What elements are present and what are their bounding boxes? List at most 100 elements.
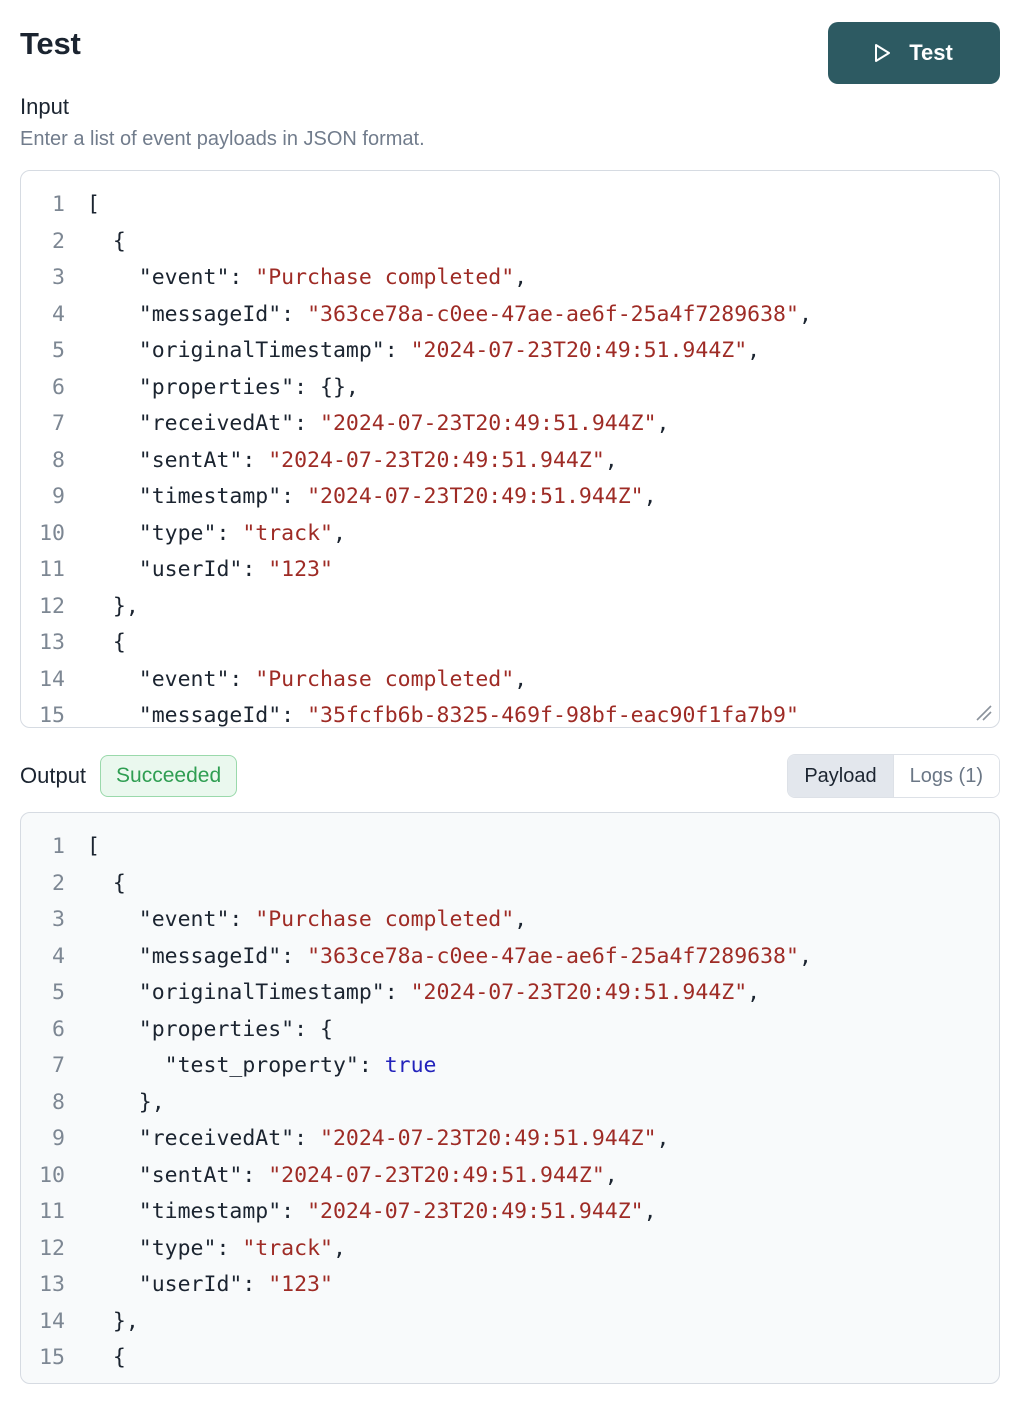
token-str: "35fcfb6b-8325-469f-98bf-eac90f1fa7b9" bbox=[307, 703, 799, 729]
token-punct: , bbox=[798, 943, 812, 969]
code-line-text: "messageId": "363ce78a-c0ee-47ae-ae6f-25… bbox=[87, 297, 999, 334]
token-punct: , bbox=[514, 265, 528, 291]
line-number: 6 bbox=[52, 1016, 65, 1042]
token-punct: , bbox=[643, 484, 657, 510]
output-code-lines[interactable]: 1[2 {3 "event": "Purchase completed", 4 "… bbox=[21, 813, 999, 1377]
token-key: "sentAt": bbox=[87, 447, 269, 473]
code-line: 12 "type": "track", bbox=[21, 1231, 999, 1268]
token-bool: true bbox=[384, 1053, 437, 1079]
line-number: 15 bbox=[39, 1345, 65, 1371]
line-number: 5 bbox=[52, 980, 65, 1006]
token-punct: , bbox=[332, 1235, 346, 1261]
code-line-text: "type": "track", bbox=[87, 1231, 999, 1268]
token-str: "track" bbox=[242, 1235, 333, 1261]
token-key: "properties": { bbox=[87, 1016, 333, 1042]
line-number: 4 bbox=[52, 943, 65, 969]
code-line-text: "userId": "123" bbox=[87, 552, 999, 589]
token-str: "2024-07-23T20:49:51.944Z" bbox=[320, 411, 657, 437]
line-number: 12 bbox=[39, 1235, 65, 1261]
token-punct: , bbox=[656, 411, 670, 437]
token-str: "2024-07-23T20:49:51.944Z" bbox=[410, 980, 748, 1006]
token-key: "receivedAt": bbox=[87, 411, 320, 437]
line-number: 9 bbox=[52, 1126, 65, 1152]
token-str: "363ce78a-c0ee-47ae-ae6f-25a4f7289638" bbox=[307, 943, 799, 969]
output-code-viewer[interactable]: 1[2 {3 "event": "Purchase completed", 4 "… bbox=[20, 812, 1000, 1385]
code-line: 7 "receivedAt": "2024-07-23T20:49:51.944… bbox=[21, 406, 999, 443]
code-line-text: { bbox=[87, 625, 999, 662]
line-number: 8 bbox=[52, 447, 65, 473]
code-line: 15 "messageId": "35fcfb6b-8325-469f-98bf… bbox=[21, 698, 999, 729]
panel-header: Test Test bbox=[20, 0, 1000, 84]
token-punct: { bbox=[87, 870, 126, 896]
input-description: Enter a list of event payloads in JSON f… bbox=[20, 128, 425, 151]
code-line: 12 }, bbox=[21, 589, 999, 626]
code-line: 14 "event": "Purchase completed", bbox=[21, 662, 999, 699]
code-line-text: "timestamp": "2024-07-23T20:49:51.944Z", bbox=[87, 1194, 999, 1231]
code-line-text: "properties": {}, bbox=[87, 370, 999, 407]
line-number: 3 bbox=[52, 265, 65, 291]
line-number: 3 bbox=[52, 907, 65, 933]
run-test-button[interactable]: Test bbox=[828, 22, 1000, 84]
code-line-text: }, bbox=[87, 589, 999, 626]
token-key: "sentAt": bbox=[87, 1162, 269, 1188]
code-line: 8 }, bbox=[21, 1085, 999, 1122]
code-line-text: }, bbox=[87, 1085, 999, 1122]
tab-logs[interactable]: Logs (1) bbox=[893, 755, 999, 798]
code-line: 14 }, bbox=[21, 1304, 999, 1341]
code-line: 11 "userId": "123" bbox=[21, 552, 999, 589]
token-str: "Purchase completed" bbox=[255, 907, 515, 933]
code-line-text: "event": "Purchase completed", bbox=[87, 902, 999, 939]
code-line-text: [ bbox=[87, 829, 999, 866]
token-str: "track" bbox=[242, 520, 333, 546]
code-line-text: "type": "track", bbox=[87, 516, 999, 553]
token-key: "originalTimestamp": bbox=[87, 980, 411, 1006]
code-line-text: [ bbox=[87, 187, 999, 224]
line-number: 12 bbox=[39, 593, 65, 619]
token-punct: [ bbox=[87, 192, 100, 218]
token-punct: , bbox=[656, 1126, 670, 1152]
token-str: "Purchase completed" bbox=[255, 666, 515, 692]
line-number: 5 bbox=[52, 338, 65, 364]
line-number: 7 bbox=[52, 1053, 65, 1079]
play-icon bbox=[869, 41, 893, 65]
page-title: Test bbox=[20, 26, 81, 61]
output-header: Output Succeeded Payload Logs (1) bbox=[20, 754, 1000, 799]
tab-payload[interactable]: Payload bbox=[788, 755, 893, 798]
token-str: "2024-07-23T20:49:51.944Z" bbox=[268, 447, 605, 473]
line-number: 6 bbox=[52, 374, 65, 400]
output-view-toggle[interactable]: Payload Logs (1) bbox=[787, 754, 1000, 799]
code-line: 6 "properties": {}, bbox=[21, 370, 999, 407]
code-line: 4 "messageId": "363ce78a-c0ee-47ae-ae6f-… bbox=[21, 297, 999, 334]
code-line-text: }, bbox=[87, 1304, 999, 1341]
code-line-text: "messageId": "35fcfb6b-8325-469f-98bf-ea… bbox=[87, 698, 999, 729]
token-str: "363ce78a-c0ee-47ae-ae6f-25a4f7289638" bbox=[307, 301, 799, 327]
token-key: "type": bbox=[87, 520, 243, 546]
input-label: Input bbox=[20, 94, 69, 119]
token-key: "timestamp": bbox=[87, 484, 308, 510]
token-key: "event": bbox=[87, 666, 256, 692]
code-line: 5 "originalTimestamp": "2024-07-23T20:49… bbox=[21, 333, 999, 370]
token-str: "Purchase completed" bbox=[255, 265, 515, 291]
resize-handle[interactable] bbox=[972, 701, 994, 723]
token-punct: { bbox=[87, 1345, 126, 1371]
token-key: "event": bbox=[87, 907, 256, 933]
line-number: 7 bbox=[52, 411, 65, 437]
input-code-lines[interactable]: 1[2 {3 "event": "Purchase completed", 4 "… bbox=[21, 171, 999, 729]
code-line-text: "originalTimestamp": "2024-07-23T20:49:5… bbox=[87, 975, 999, 1012]
output-status-group: Output Succeeded bbox=[20, 755, 238, 798]
code-line: 2 { bbox=[21, 224, 999, 261]
token-key: "receivedAt": bbox=[87, 1126, 320, 1152]
code-line-text: { bbox=[87, 1340, 999, 1377]
code-line-text: "userId": "123" bbox=[87, 1267, 999, 1304]
token-str: "2024-07-23T20:49:51.944Z" bbox=[307, 484, 644, 510]
code-line-text: { bbox=[87, 866, 999, 903]
token-str: "2024-07-23T20:49:51.944Z" bbox=[268, 1162, 605, 1188]
input-code-editor[interactable]: 1[2 {3 "event": "Purchase completed", 4 "… bbox=[20, 170, 1000, 729]
token-str: "2024-07-23T20:49:51.944Z" bbox=[307, 1199, 644, 1225]
code-line: 2 { bbox=[21, 866, 999, 903]
token-key: "type": bbox=[87, 1235, 243, 1261]
code-line: 13 "userId": "123" bbox=[21, 1267, 999, 1304]
code-line-text: "receivedAt": "2024-07-23T20:49:51.944Z"… bbox=[87, 1121, 999, 1158]
test-panel: Test Test Input Enter a list of event pa… bbox=[0, 0, 1020, 1424]
code-line-text: "sentAt": "2024-07-23T20:49:51.944Z", bbox=[87, 1158, 999, 1195]
